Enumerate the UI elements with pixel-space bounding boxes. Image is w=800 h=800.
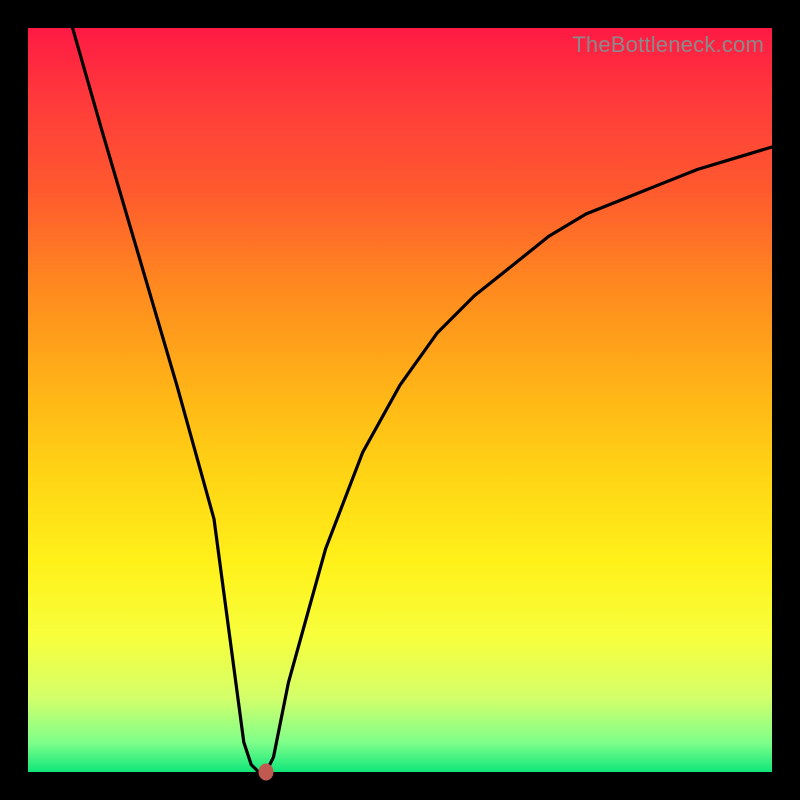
curve-path (73, 28, 772, 772)
optimal-point-marker (259, 764, 274, 781)
chart-frame: TheBottleneck.com (0, 0, 800, 800)
bottleneck-curve (28, 28, 772, 772)
plot-area: TheBottleneck.com (28, 28, 772, 772)
